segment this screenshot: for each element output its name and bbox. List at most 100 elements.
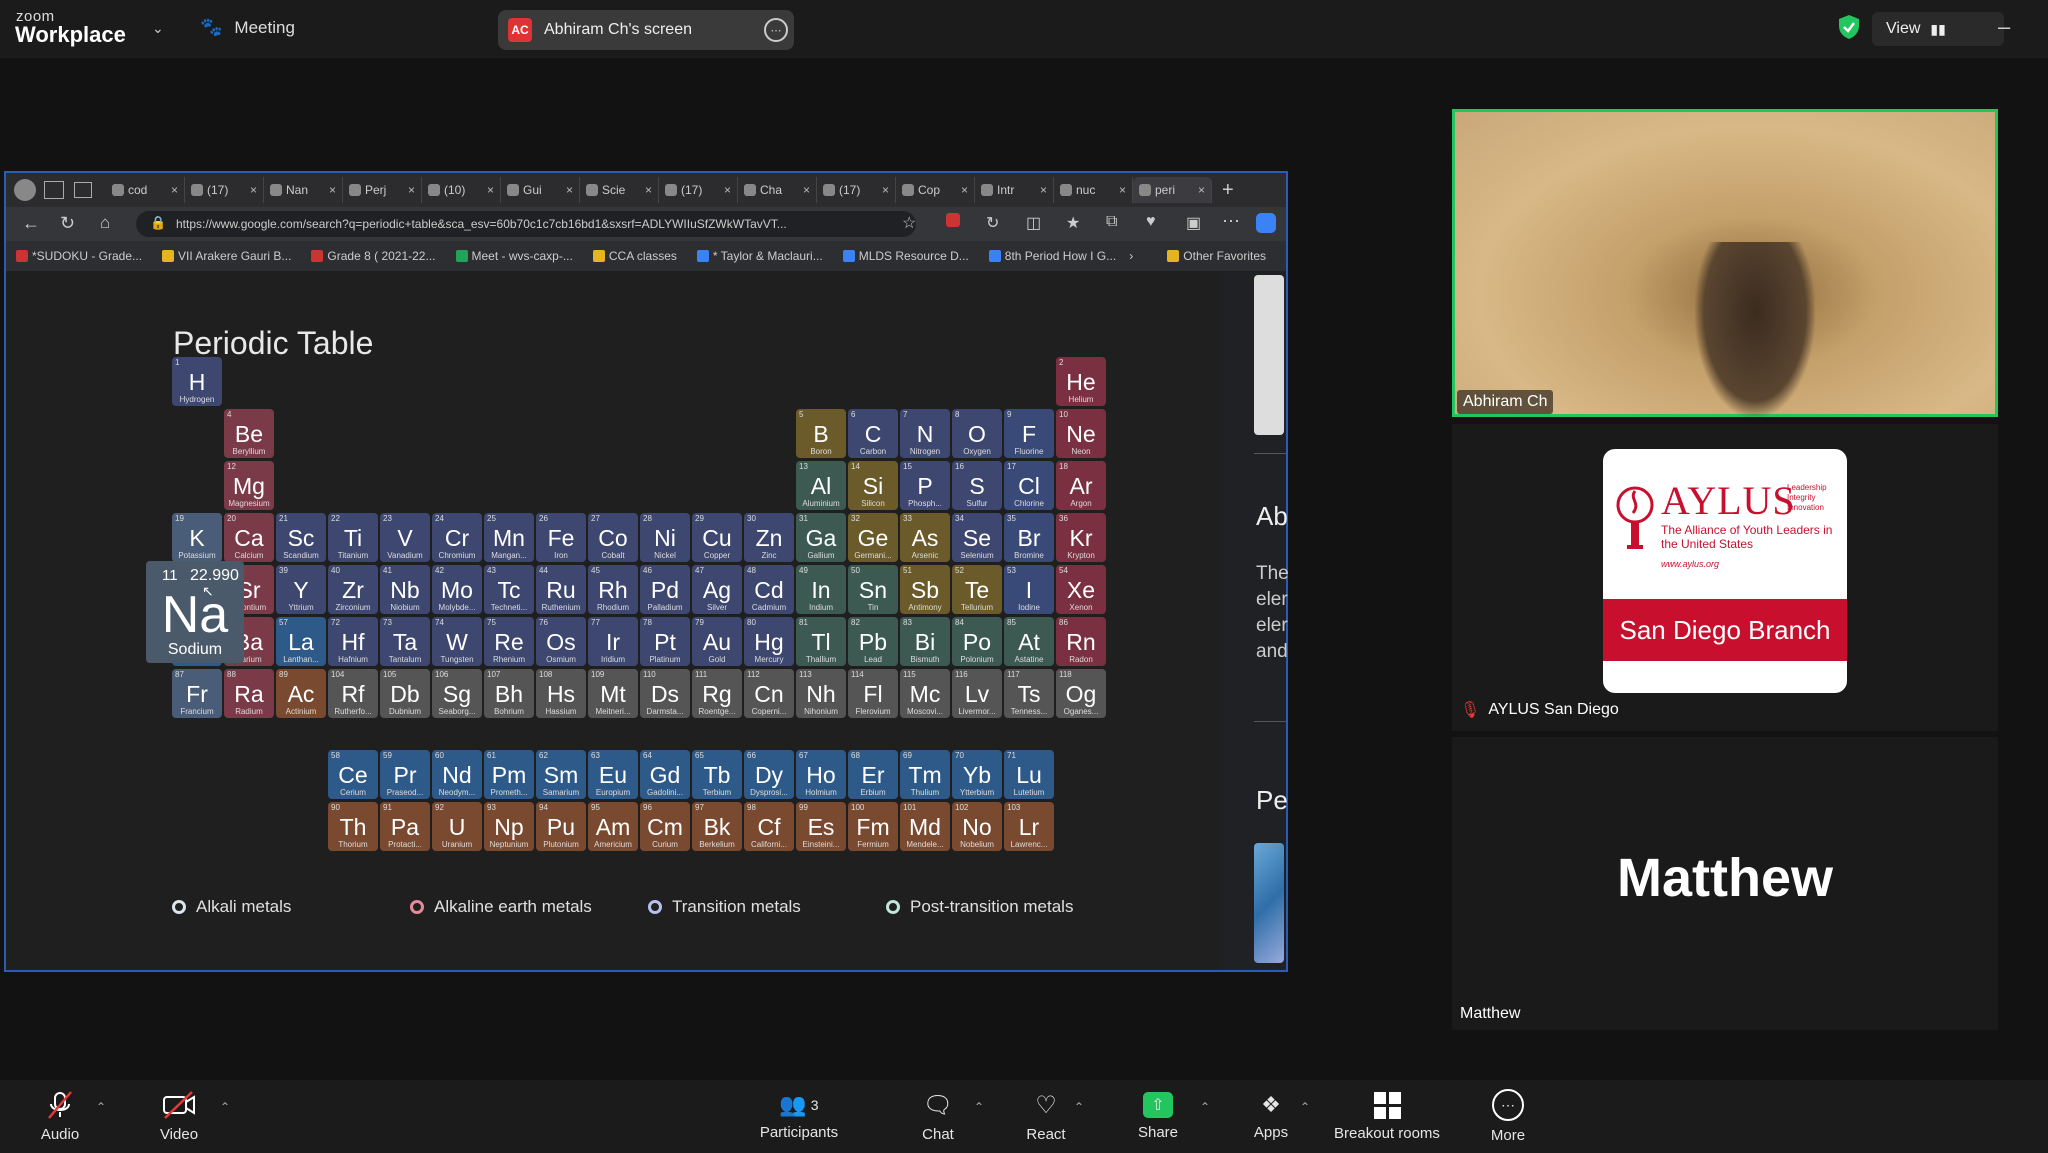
audio-options-caret-icon[interactable]: ⌃	[96, 1100, 106, 1114]
element-cell-rh[interactable]: 45 Rh Rhodium	[588, 565, 638, 614]
element-cell-rn[interactable]: 86 Rn Radon	[1056, 617, 1106, 666]
close-tab-icon[interactable]: ×	[1119, 183, 1126, 197]
browser-tab[interactable]: nuc ×	[1054, 177, 1133, 203]
element-cell-la[interactable]: 57 La Lanthan...	[276, 617, 326, 666]
element-cell-tl[interactable]: 81 Tl Thallium	[796, 617, 846, 666]
element-cell-w[interactable]: 74 W Tungsten	[432, 617, 482, 666]
element-cell-th[interactable]: 90 Th Thorium	[328, 802, 378, 851]
close-tab-icon[interactable]: ×	[1040, 183, 1047, 197]
element-cell-db[interactable]: 105 Db Dubnium	[380, 669, 430, 718]
legend-item[interactable]: Transition metals	[648, 897, 801, 917]
more-button[interactable]: ⋯ More	[1486, 1080, 1530, 1153]
browser-tab[interactable]: cod ×	[106, 177, 185, 203]
element-cell-nb[interactable]: 41 Nb Niobium	[380, 565, 430, 614]
element-cell-am[interactable]: 95 Am Americium	[588, 802, 638, 851]
browser-essentials-icon[interactable]: ♥	[1146, 213, 1156, 231]
close-tab-icon[interactable]: ×	[329, 183, 336, 197]
element-cell-pd[interactable]: 46 Pd Palladium	[640, 565, 690, 614]
element-cell-sb[interactable]: 51 Sb Antimony	[900, 565, 950, 614]
element-cell-fe[interactable]: 26 Fe Iron	[536, 513, 586, 562]
element-cell-tb[interactable]: 65 Tb Terbium	[692, 750, 742, 799]
chevron-right-icon[interactable]: ›	[1129, 249, 1133, 263]
close-tab-icon[interactable]: ×	[250, 183, 257, 197]
element-cell-se[interactable]: 34 Se Selenium	[952, 513, 1002, 562]
video-tile-abhiram[interactable]: Abhiram Ch	[1452, 109, 1998, 417]
element-cell-v[interactable]: 23 V Vanadium	[380, 513, 430, 562]
element-cell-mt[interactable]: 109 Mt Meitneri...	[588, 669, 638, 718]
browser-tab[interactable]: Cha ×	[738, 177, 817, 203]
element-cell-er[interactable]: 68 Er Erbium	[848, 750, 898, 799]
element-cell-pm[interactable]: 61 Pm Prometh...	[484, 750, 534, 799]
screenshot-icon[interactable]: ▣	[1186, 213, 1201, 233]
element-cell-cf[interactable]: 98 Cf Californi...	[744, 802, 794, 851]
legend-item[interactable]: Alkali metals	[172, 897, 291, 917]
element-cell-y[interactable]: 39 Y Yttrium	[276, 565, 326, 614]
element-cell-ne[interactable]: 10 Ne Neon	[1056, 409, 1106, 458]
close-tab-icon[interactable]: ×	[171, 183, 178, 197]
element-cell-cd[interactable]: 48 Cd Cadmium	[744, 565, 794, 614]
video-tile-matthew[interactable]: Matthew Matthew	[1452, 737, 1998, 1030]
favorite-link[interactable]: MLDS Resource D...	[833, 249, 979, 263]
element-cell-lu[interactable]: 71 Lu Lutetium	[1004, 750, 1054, 799]
element-cell-h[interactable]: 1 H Hydrogen	[172, 357, 222, 406]
element-cell-k[interactable]: 19 K Potassium	[172, 513, 222, 562]
element-cell-cn[interactable]: 112 Cn Coperni...	[744, 669, 794, 718]
element-cell-ni[interactable]: 28 Ni Nickel	[640, 513, 690, 562]
element-cell-c[interactable]: 6 C Carbon	[848, 409, 898, 458]
shared-screen-pill[interactable]: AC Abhiram Ch's screen ⋯	[498, 10, 794, 50]
element-cell-pa[interactable]: 91 Pa Protacti...	[380, 802, 430, 851]
favorite-link[interactable]: Meet - wvs-caxp-...	[446, 249, 583, 263]
participants-button[interactable]: 👥 3 Participants	[752, 1080, 846, 1153]
element-cell-he[interactable]: 2 He Helium	[1056, 357, 1106, 406]
element-cell-lv[interactable]: 116 Lv Livermor...	[952, 669, 1002, 718]
browser-tab[interactable]: peri ×	[1133, 177, 1212, 203]
element-cell-br[interactable]: 35 Br Bromine	[1004, 513, 1054, 562]
browser-tab[interactable]: Scie ×	[580, 177, 659, 203]
element-cell-ds[interactable]: 110 Ds Darmsta...	[640, 669, 690, 718]
react-button[interactable]: ♡ React	[1022, 1080, 1070, 1153]
element-cell-at[interactable]: 85 At Astatine	[1004, 617, 1054, 666]
element-cell-po[interactable]: 84 Po Polonium	[952, 617, 1002, 666]
favorites-icon[interactable]: ★	[1066, 213, 1080, 233]
element-cell-nd[interactable]: 60 Nd Neodym...	[432, 750, 482, 799]
close-tab-icon[interactable]: ×	[882, 183, 889, 197]
element-cell-sc[interactable]: 21 Sc Scandium	[276, 513, 326, 562]
element-cell-pb[interactable]: 82 Pb Lead	[848, 617, 898, 666]
element-cell-ra[interactable]: 88 Ra Radium	[224, 669, 274, 718]
element-cell-zn[interactable]: 30 Zn Zinc	[744, 513, 794, 562]
close-tab-icon[interactable]: ×	[724, 183, 731, 197]
element-cell-ti[interactable]: 22 Ti Titanium	[328, 513, 378, 562]
element-cell-sn[interactable]: 50 Sn Tin	[848, 565, 898, 614]
browser-tab[interactable]: (10) ×	[422, 177, 501, 203]
browser-tab[interactable]: Gui ×	[501, 177, 580, 203]
other-favorites[interactable]: Other Favorites	[1157, 249, 1276, 263]
favorite-link[interactable]: * Taylor & Maclauri...	[687, 249, 833, 263]
element-cell-rf[interactable]: 104 Rf Rutherfo...	[328, 669, 378, 718]
element-cell-sg[interactable]: 106 Sg Seaborg...	[432, 669, 482, 718]
split-screen-icon[interactable]: ◫	[1026, 213, 1041, 233]
audio-button[interactable]: Audio	[38, 1080, 82, 1153]
element-cell-s[interactable]: 16 S Sulfur	[952, 461, 1002, 510]
element-cell-xe[interactable]: 54 Xe Xenon	[1056, 565, 1106, 614]
element-cell-ca[interactable]: 20 Ca Calcium	[224, 513, 274, 562]
sync-icon[interactable]: ↻	[986, 213, 999, 233]
element-cell-ru[interactable]: 44 Ru Ruthenium	[536, 565, 586, 614]
browser-tab[interactable]: Cop ×	[896, 177, 975, 203]
share-options-caret-icon[interactable]: ⌃	[1200, 1100, 1210, 1114]
element-cell-dy[interactable]: 66 Dy Dysprosi...	[744, 750, 794, 799]
element-cell-bi[interactable]: 83 Bi Bismuth	[900, 617, 950, 666]
settings-more-icon[interactable]: ⋯	[1222, 211, 1240, 232]
element-cell-gd[interactable]: 64 Gd Gadolini...	[640, 750, 690, 799]
apps-options-caret-icon[interactable]: ⌃	[1300, 1100, 1310, 1114]
element-cell-kr[interactable]: 36 Kr Krypton	[1056, 513, 1106, 562]
element-cell-as[interactable]: 33 As Arsenic	[900, 513, 950, 562]
element-cell-be[interactable]: 4 Be Beryllium	[224, 409, 274, 458]
apps-button[interactable]: ❖ Apps	[1250, 1080, 1292, 1153]
element-cell-au[interactable]: 79 Au Gold	[692, 617, 742, 666]
back-icon[interactable]: ←	[22, 213, 40, 234]
element-cell-es[interactable]: 99 Es Einsteini...	[796, 802, 846, 851]
element-cell-p[interactable]: 15 P Phosph...	[900, 461, 950, 510]
close-tab-icon[interactable]: ×	[645, 183, 652, 197]
browser-tab[interactable]: Intr ×	[975, 177, 1054, 203]
chat-options-caret-icon[interactable]: ⌃	[974, 1100, 984, 1114]
